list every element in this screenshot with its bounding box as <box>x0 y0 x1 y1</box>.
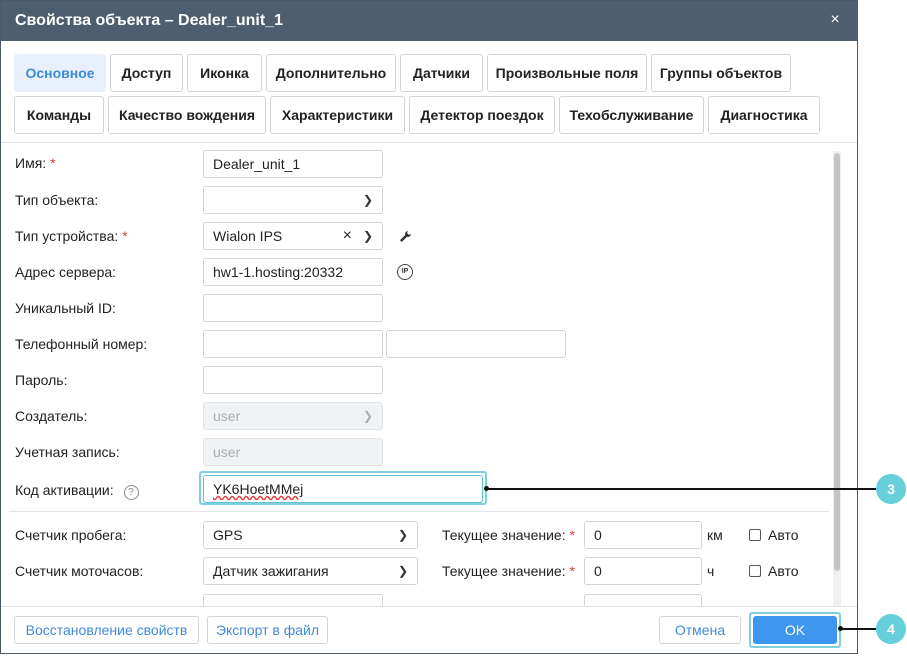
cancel-button[interactable]: Отмена <box>659 616 741 644</box>
engine-hours-current-label: Текущее значение: * <box>442 563 575 579</box>
tab-commands[interactable]: Команды <box>14 96 104 134</box>
tab-driving-quality[interactable]: Качество вождения <box>108 96 266 134</box>
tab-characteristics[interactable]: Характеристики <box>270 96 405 134</box>
callout-3-line <box>486 488 876 490</box>
help-icon[interactable]: ? <box>123 485 139 500</box>
mileage-counter-select[interactable]: GPS ❯ <box>203 521 418 549</box>
section-divider <box>9 511 829 512</box>
close-icon[interactable]: × <box>825 10 845 30</box>
tab-trip-detector[interactable]: Детектор поездок <box>409 96 555 134</box>
object-type-select[interactable]: ❯ <box>203 186 383 214</box>
account-label: Учетная запись: <box>15 444 120 460</box>
clipped-field-1 <box>203 594 383 606</box>
engine-hours-unit: ч <box>707 563 715 579</box>
dialog-title: Свойства объекта – Dealer_unit_1 <box>15 12 283 29</box>
name-label: Имя: * <box>15 155 56 171</box>
chevron-down-icon: ❯ <box>362 193 373 207</box>
clipped-field-2 <box>584 594 702 606</box>
creator-select: user ❯ <box>203 402 383 430</box>
device-type-label: Тип устройства: * <box>15 228 128 244</box>
callout-4-line <box>840 628 876 630</box>
callout-3-badge: 3 <box>876 474 906 504</box>
engine-hours-select[interactable]: Датчик зажигания ❯ <box>203 557 418 585</box>
ip-icon[interactable]: IP <box>397 264 413 280</box>
mileage-current-label: Текущее значение: * <box>442 527 575 543</box>
tab-sensors[interactable]: Датчики <box>400 54 483 92</box>
dialog-titlebar: Свойства объекта – Dealer_unit_1 × <box>1 1 857 41</box>
mileage-unit: км <box>707 527 723 543</box>
tab-custom-fields[interactable]: Произвольные поля <box>487 54 647 92</box>
phone-input-2[interactable] <box>386 330 566 358</box>
object-properties-dialog: Свойства объекта – Dealer_unit_1 × Основ… <box>0 0 858 654</box>
clear-icon[interactable]: × <box>343 223 352 249</box>
export-to-file-button[interactable]: Экспорт в файл <box>207 616 328 644</box>
mileage-auto-checkbox[interactable] <box>749 529 761 541</box>
chevron-down-icon: ❯ <box>362 409 373 423</box>
engine-hours-label: Счетчик моточасов: <box>15 563 144 579</box>
chevron-down-icon: ❯ <box>362 229 373 243</box>
callout-4-badge: 4 <box>876 614 906 644</box>
tabs-divider <box>1 142 857 143</box>
creator-label: Создатель: <box>15 408 88 424</box>
clipped-row <box>1 594 831 606</box>
phone-input-1[interactable] <box>203 330 383 358</box>
unique-id-input[interactable] <box>203 294 383 322</box>
unique-id-label: Уникальный ID: <box>15 300 116 316</box>
phone-label: Телефонный номер: <box>15 336 148 352</box>
tab-additional[interactable]: Дополнительно <box>266 54 396 92</box>
object-type-label: Тип объекта: <box>15 192 99 208</box>
mileage-current-input[interactable]: 0 <box>584 521 702 549</box>
tab-icon[interactable]: Иконка <box>187 54 262 92</box>
password-input[interactable] <box>203 366 383 394</box>
engine-hours-auto-label: Авто <box>768 563 799 579</box>
wrench-icon[interactable] <box>397 229 413 245</box>
account-input: user <box>203 438 383 466</box>
name-input[interactable]: Dealer_unit_1 <box>203 150 383 178</box>
tab-unit-groups[interactable]: Группы объектов <box>651 54 791 92</box>
engine-hours-current-input[interactable]: 0 <box>584 557 702 585</box>
scrollbar-thumb[interactable] <box>834 153 840 571</box>
tab-access[interactable]: Доступ <box>110 54 183 92</box>
server-address-input[interactable]: hw1-1.hosting:20332 <box>203 258 383 286</box>
restore-properties-button[interactable]: Восстановление свойств <box>14 616 199 644</box>
server-address-label: Адрес сервера: <box>15 264 117 280</box>
chevron-down-icon: ❯ <box>397 528 408 542</box>
ok-button[interactable]: OK <box>753 616 837 644</box>
engine-hours-auto-checkbox[interactable] <box>749 565 761 577</box>
device-type-select[interactable]: Wialon IPS × ❯ <box>203 222 383 250</box>
activation-code-label: Код активации: ? <box>15 482 139 500</box>
mileage-auto-label: Авто <box>768 527 799 543</box>
footer-divider <box>1 606 857 607</box>
mileage-counter-label: Счетчик пробега: <box>15 527 127 543</box>
chevron-down-icon: ❯ <box>397 564 408 578</box>
activation-code-input[interactable]: YK6HoetMMej <box>203 475 483 503</box>
password-label: Пароль: <box>15 372 68 388</box>
tab-main[interactable]: Основное <box>14 54 106 92</box>
tab-maintenance[interactable]: Техобслуживание <box>559 96 704 134</box>
tab-diagnostics[interactable]: Диагностика <box>708 96 820 134</box>
